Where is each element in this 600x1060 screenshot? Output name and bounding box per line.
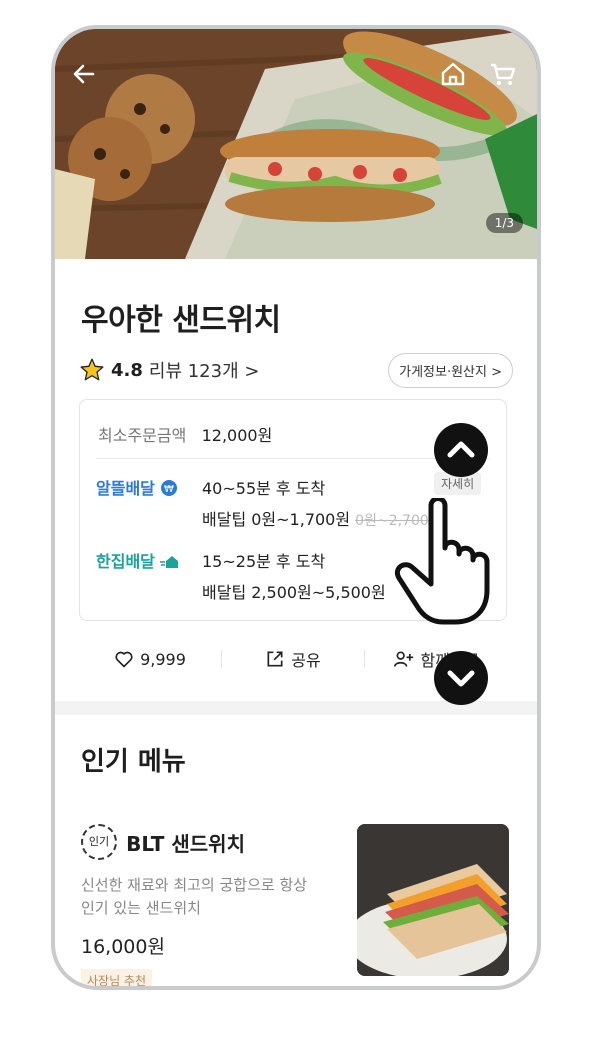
svg-text:₩: ₩ (164, 484, 174, 495)
back-button[interactable] (69, 59, 99, 89)
house-delivery-icon (159, 556, 178, 568)
delivery-a-tip: 배달팁 0원~1,700원 (202, 510, 351, 529)
pointing-hand-icon (393, 496, 503, 632)
delivery-b-time: 15~25분 후 도착 (202, 552, 326, 571)
cart-icon (491, 63, 516, 85)
min-order-row: 최소주문금액 12,000원 (98, 422, 272, 446)
share-button[interactable]: 공유 (222, 647, 364, 671)
menu-item-name: BLT 샌드위치 (126, 831, 245, 856)
menu-item[interactable]: 인기 BLT 샌드위치 신선한 재료와 최고의 궁합으로 항상 인기 있는 샌드… (81, 824, 511, 986)
star-icon (80, 358, 104, 381)
scroll-up-button[interactable] (434, 423, 488, 477)
min-order-label: 최소주문금액 (98, 426, 187, 445)
divider (96, 458, 490, 459)
like-button[interactable]: 9,999 (79, 649, 221, 669)
home-button[interactable] (438, 59, 468, 89)
popular-badge: 인기 (81, 824, 117, 860)
chevron-down-icon (447, 670, 475, 687)
store-name: 우아한 샌드위치 (81, 303, 281, 338)
like-count: 9,999 (140, 649, 186, 669)
min-order-value: 12,000원 (201, 426, 273, 445)
menu-item-price: 16,000원 (81, 936, 165, 958)
delivery-a-time: 40~55분 후 도착 (202, 479, 326, 498)
rating-row: 4.8 리뷰 123개 > (79, 357, 259, 383)
hero-photo[interactable]: 1/3 (55, 29, 537, 259)
menu-item-photo (357, 824, 509, 976)
home-icon (441, 62, 465, 86)
back-arrow-icon (73, 64, 95, 84)
won-coin-icon: ₩ (160, 480, 177, 496)
delivery-a-name: 알뜰배달 (96, 479, 155, 498)
owner-pick-tag: 사장님 추천 (81, 969, 153, 986)
add-person-icon (393, 651, 413, 667)
share-icon (267, 651, 283, 667)
delivery-a-name-row: 알뜰배달 ₩ (96, 475, 178, 499)
share-label: 공유 (291, 651, 321, 670)
delivery-b-name: 한집배달 (96, 552, 155, 571)
menu-item-description: 신선한 재료와 최고의 궁합으로 항상 인기 있는 샌드위치 (81, 876, 308, 917)
store-info-button[interactable]: 가게정보·원산지 > (388, 353, 513, 388)
cart-button[interactable] (488, 59, 518, 89)
rating-score: 4.8 (111, 359, 143, 381)
delivery-b-name-row: 한집배달 (96, 548, 182, 572)
scroll-down-button[interactable] (434, 651, 488, 705)
delivery-b-tip: 배달팁 2,500원~5,500원 (202, 583, 386, 602)
image-counter: 1/3 (485, 213, 523, 233)
heart-icon (115, 651, 133, 668)
reviews-link[interactable]: 리뷰 123개 > (149, 357, 260, 383)
popular-menu-title: 인기 메뉴 (81, 747, 186, 777)
chevron-up-icon (447, 441, 475, 458)
sandwich-photo-art (357, 824, 509, 976)
